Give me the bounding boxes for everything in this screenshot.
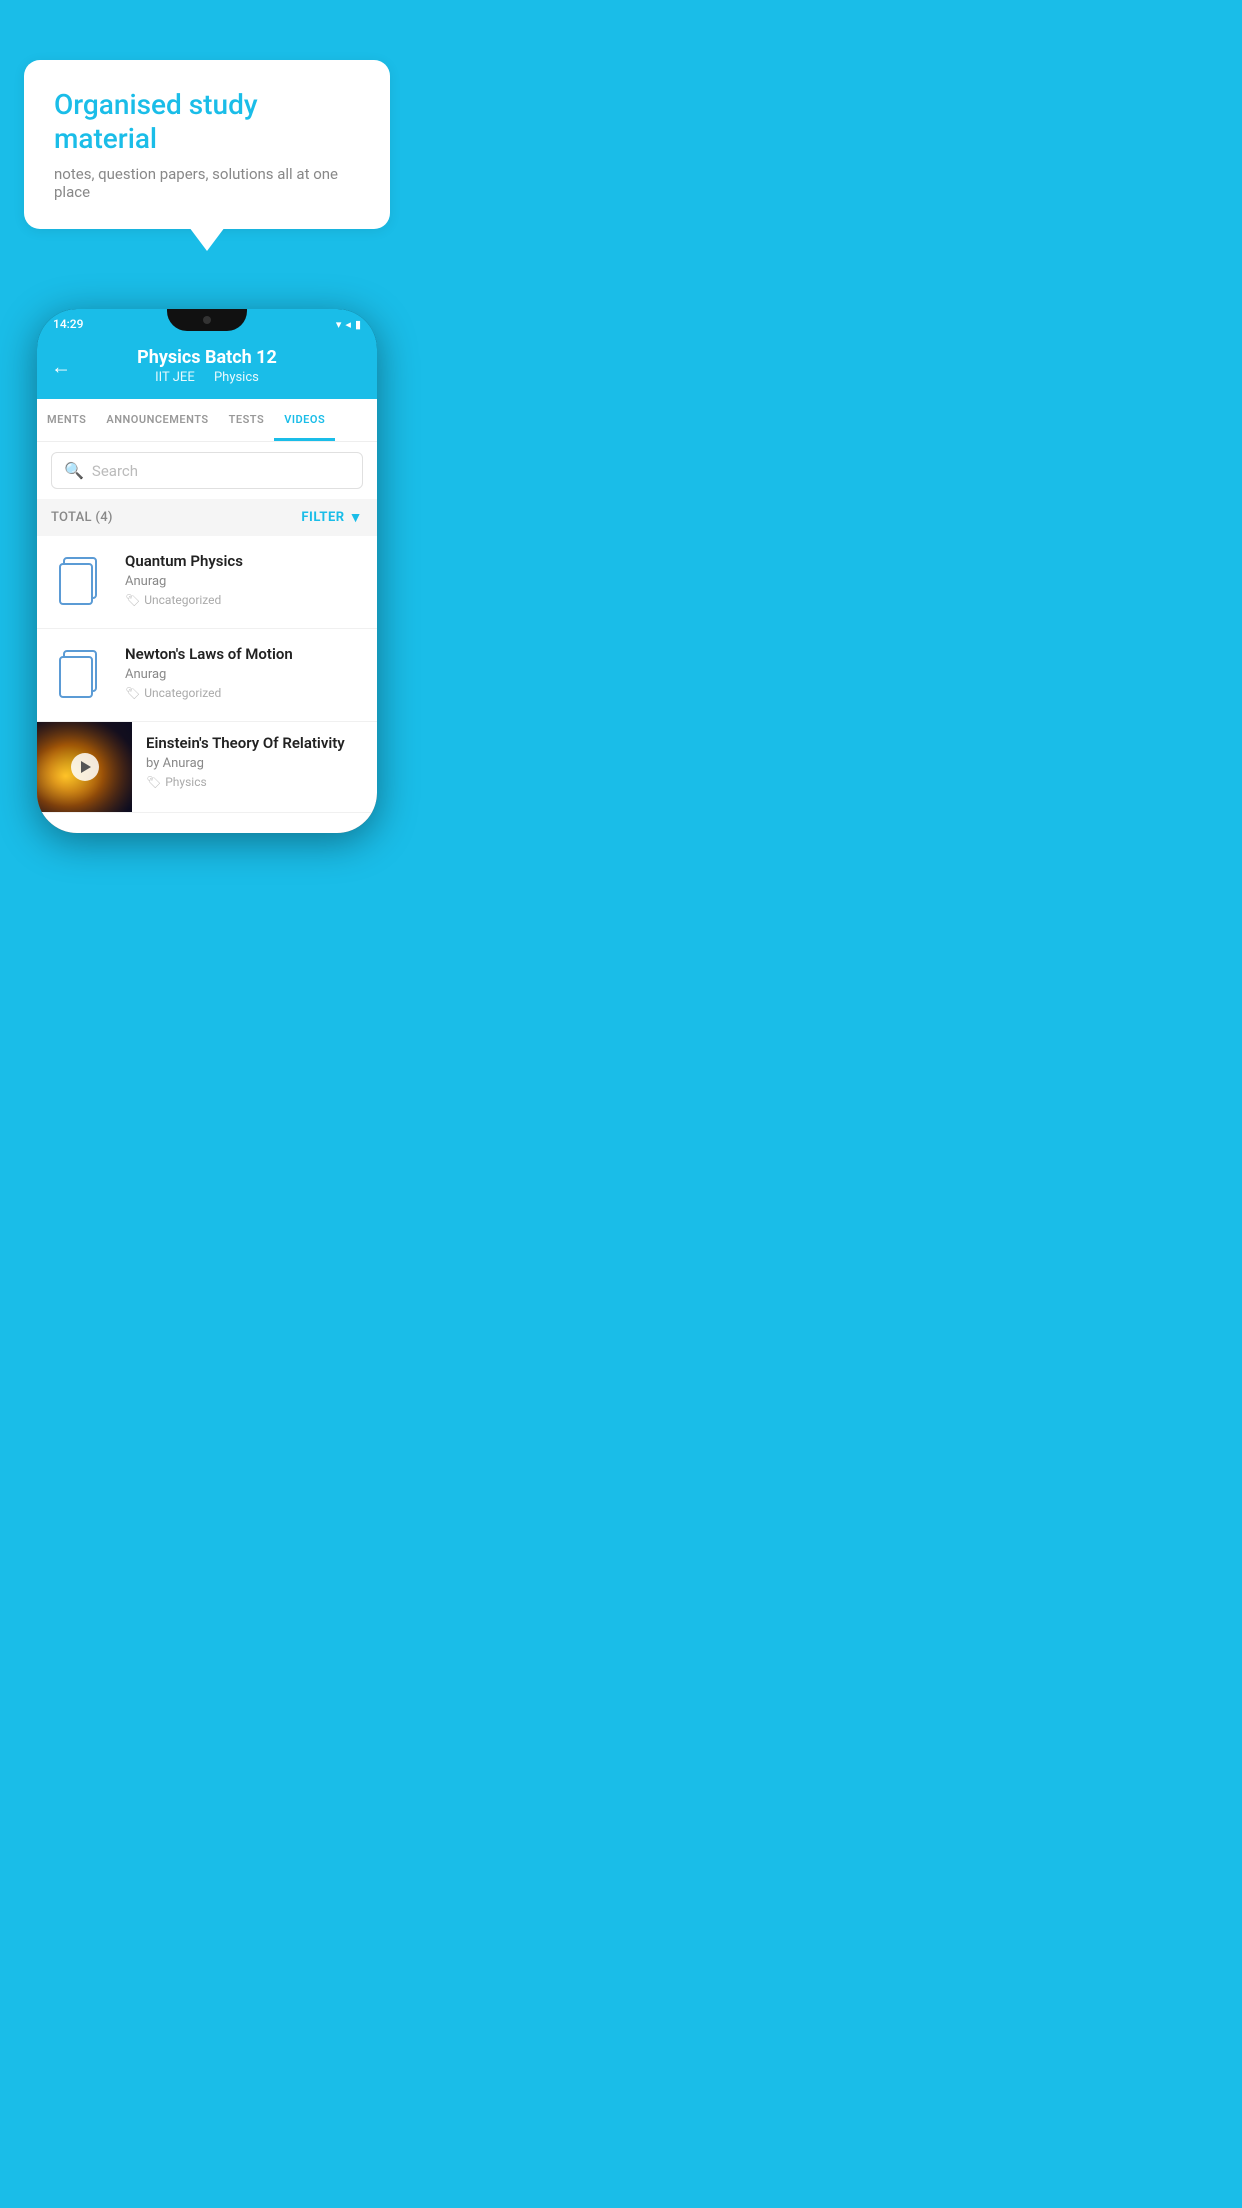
play-button[interactable]	[71, 753, 99, 781]
bubble-title: Organised study material	[54, 88, 360, 155]
search-placeholder: Search	[92, 462, 138, 480]
total-count: TOTAL (4)	[51, 510, 113, 525]
item-info-newton: Newton's Laws of Motion Anurag 🏷 Uncateg…	[125, 645, 363, 700]
item-tag-text: Uncategorized	[144, 593, 221, 607]
header-title: Physics Batch 12	[53, 347, 361, 368]
header-iit-jee: IIT JEE	[155, 370, 195, 385]
camera-dot	[203, 316, 211, 324]
list-item[interactable]: Einstein's Theory Of Relativity by Anura…	[37, 722, 377, 813]
list-item[interactable]: Quantum Physics Anurag 🏷 Uncategorized	[37, 536, 377, 629]
folder-icon	[59, 650, 103, 700]
item-tag: 🏷 Uncategorized	[125, 686, 363, 700]
search-container: 🔍 Search	[37, 442, 377, 499]
item-icon-newton	[51, 645, 111, 705]
page-front	[59, 563, 93, 605]
tab-ments[interactable]: MENTS	[37, 399, 96, 441]
item-info-einstein: Einstein's Theory Of Relativity by Anura…	[132, 722, 377, 801]
header-subtitle: IIT JEE Physics	[53, 370, 361, 385]
bubble-subtitle: notes, question papers, solutions all at…	[54, 165, 360, 201]
play-icon	[81, 761, 91, 773]
item-tag: 🏷 Physics	[146, 775, 363, 789]
app-header: ← Physics Batch 12 IIT JEE Physics	[37, 335, 377, 399]
tab-videos[interactable]: VIDEOS	[274, 399, 335, 441]
tag-icon: 🏷	[125, 686, 140, 700]
status-time: 14:29	[53, 317, 83, 331]
back-button[interactable]: ←	[51, 355, 71, 380]
tabs-container: MENTS ANNOUNCEMENTS TESTS VIDEOS	[37, 399, 377, 442]
item-author: Anurag	[125, 574, 363, 589]
filter-icon: ▼	[349, 509, 363, 526]
tag-icon: 🏷	[146, 775, 161, 789]
speech-bubble: Organised study material notes, question…	[24, 60, 390, 229]
item-info-quantum: Quantum Physics Anurag 🏷 Uncategorized	[125, 552, 363, 607]
tab-tests[interactable]: TESTS	[219, 399, 275, 441]
item-title: Einstein's Theory Of Relativity	[146, 734, 363, 752]
top-section: Organised study material notes, question…	[0, 0, 414, 249]
signal-icon: ◂	[345, 318, 351, 331]
tab-announcements[interactable]: ANNOUNCEMENTS	[96, 399, 218, 441]
item-author: by Anurag	[146, 756, 363, 771]
item-author: Anurag	[125, 667, 363, 682]
filter-row: TOTAL (4) FILTER ▼	[37, 499, 377, 536]
page-front	[59, 656, 93, 698]
item-tag-text: Physics	[165, 775, 206, 789]
search-icon: 🔍	[64, 461, 84, 480]
item-thumbnail-einstein	[37, 722, 132, 812]
wifi-icon: ▾	[336, 318, 342, 331]
filter-button[interactable]: FILTER ▼	[301, 509, 363, 526]
list-item[interactable]: Newton's Laws of Motion Anurag 🏷 Uncateg…	[37, 629, 377, 722]
video-list: Quantum Physics Anurag 🏷 Uncategorized	[37, 536, 377, 813]
item-tag-text: Uncategorized	[144, 686, 221, 700]
phone: 14:29 ▾ ◂ ▮ ← Physics Batch 12 IIT JEE P…	[37, 309, 377, 833]
tag-icon: 🏷	[125, 593, 140, 607]
battery-icon: ▮	[355, 318, 361, 331]
status-icons: ▾ ◂ ▮	[336, 318, 361, 331]
item-title: Newton's Laws of Motion	[125, 645, 363, 663]
status-bar: 14:29 ▾ ◂ ▮	[37, 309, 377, 335]
folder-icon	[59, 557, 103, 607]
phone-notch	[167, 309, 247, 331]
search-bar[interactable]: 🔍 Search	[51, 452, 363, 489]
item-tag: 🏷 Uncategorized	[125, 593, 363, 607]
filter-label: FILTER	[301, 510, 344, 525]
phone-bottom	[37, 813, 377, 833]
item-icon-quantum	[51, 552, 111, 612]
phone-wrapper: 14:29 ▾ ◂ ▮ ← Physics Batch 12 IIT JEE P…	[0, 249, 414, 833]
header-physics: Physics	[214, 370, 259, 385]
item-title: Quantum Physics	[125, 552, 363, 570]
